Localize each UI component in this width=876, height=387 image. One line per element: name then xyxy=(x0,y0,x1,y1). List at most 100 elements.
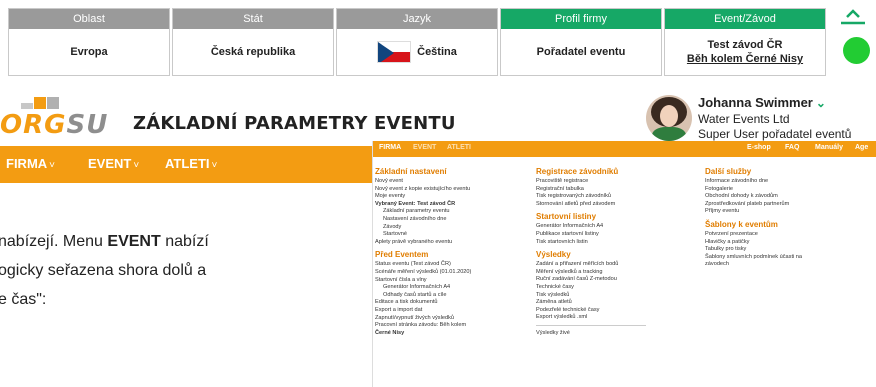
menu-firma-label: FIRMA xyxy=(6,156,48,171)
menu-item[interactable]: Vybraný Event: Test závod ČR xyxy=(375,201,471,209)
language-header: Jazyk xyxy=(337,9,497,29)
region-header: Oblast xyxy=(9,9,169,29)
mega-event[interactable]: EVENT xyxy=(413,144,436,151)
company-profile-selector[interactable]: Profil firmy Pořadatel eventu xyxy=(500,8,662,76)
menu-item[interactable]: Technické časy xyxy=(536,284,646,292)
language-value: Čeština xyxy=(417,46,457,58)
divider xyxy=(536,324,646,326)
menu-atleti-label: ATLETI xyxy=(165,156,210,171)
doc-line-2: ogicky seřazena shora dolů a xyxy=(0,262,207,279)
doc-bold: EVENT xyxy=(107,233,161,250)
section-heading: Registrace závodníků xyxy=(536,167,619,176)
menu-item[interactable]: Zadání a přiřazení měřících bodů xyxy=(536,261,646,269)
menu-item[interactable]: Tisk registrovaných závodníků xyxy=(536,193,646,201)
mega-age[interactable]: Age xyxy=(855,144,868,151)
status-indicator-icon xyxy=(843,37,870,64)
logo-text-org: ORG xyxy=(0,110,67,140)
menu-item[interactable]: Status eventu (Test závod ČR) xyxy=(375,261,471,269)
menu-item[interactable]: Ruční zadávání časů Z-metodou xyxy=(536,276,646,284)
company-profile-header: Profil firmy xyxy=(501,9,661,29)
menu-item[interactable]: Šablony smluvních podmínek účasti na xyxy=(705,254,802,262)
menu-item[interactable]: Export a import dat xyxy=(375,307,471,315)
menu-item[interactable]: Informace závodního dne xyxy=(705,178,802,186)
chevron-down-icon: ˅ xyxy=(49,160,56,171)
doc-text: nabízí xyxy=(160,233,209,250)
orgsu-logo[interactable]: ORGSU xyxy=(0,97,116,140)
menu-item[interactable]: Nastavení závodního dne xyxy=(375,216,471,224)
menu-item[interactable]: Příjmy eventu xyxy=(705,208,802,216)
event-header: Event/Závod xyxy=(665,9,825,29)
menu-item[interactable]: závodech xyxy=(705,261,802,269)
user-company: Water Events Ltd xyxy=(698,112,790,126)
company-profile-value: Pořadatel eventu xyxy=(536,46,626,58)
menu-item[interactable]: Moje eventy xyxy=(375,193,471,201)
menu-item[interactable]: Základní parametry eventu xyxy=(375,208,471,216)
menu-item[interactable]: Editace a tisk dokumentů xyxy=(375,299,471,307)
menu-item[interactable]: Aplety právě vybraného eventu xyxy=(375,239,471,247)
section-heading: Startovní listiny xyxy=(536,212,597,222)
collapse-up-icon[interactable] xyxy=(838,8,868,28)
menu-item[interactable]: Publikace startovní listiny xyxy=(536,231,646,239)
mega-faq[interactable]: FAQ xyxy=(785,144,799,151)
menu-item[interactable]: Výsledky živé xyxy=(536,330,646,338)
menu-item[interactable]: Nový event z kopie existujícího eventu xyxy=(375,186,471,194)
mega-column-registration: Registrace závodníků Pracoviště registra… xyxy=(536,163,646,338)
menu-event-label: EVENT xyxy=(88,156,132,171)
menu-item[interactable]: Startovné xyxy=(375,231,471,239)
menu-item[interactable]: Potvrzení prezentace xyxy=(705,231,802,239)
chevron-down-icon: ˅ xyxy=(133,160,140,171)
mega-firma[interactable]: FIRMA xyxy=(379,144,401,151)
menu-item[interactable]: Obchodní dohody k závodům xyxy=(705,193,802,201)
menu-atleti[interactable]: ATLETI ˅ xyxy=(165,156,217,171)
mega-eshop[interactable]: E-shop xyxy=(747,144,771,151)
menu-item[interactable]: Zapnutí/vypnutí živých výsledků xyxy=(375,315,471,323)
page-title: ZÁKLADNÍ PARAMETRY EVENTU xyxy=(133,113,456,134)
menu-item[interactable]: Startovní čísla a vlny xyxy=(375,277,471,285)
menu-item[interactable]: Tisk výsledků xyxy=(536,292,646,300)
user-menu[interactable]: Johanna Swimmer ⌄ xyxy=(698,95,826,110)
mega-menu-panel: FIRMA EVENT ATLETI E-shop FAQ Manuály Ag… xyxy=(372,141,876,387)
section-heading: Výsledky xyxy=(536,250,571,260)
menu-item[interactable]: Generátor Informačních A4 xyxy=(536,223,646,231)
avatar[interactable] xyxy=(646,95,692,141)
event-value: Test závod ČR Běh kolem Černé Nisy xyxy=(665,29,825,75)
menu-item[interactable]: Tabulky pro tisky xyxy=(705,246,802,254)
menu-item[interactable]: Černé Nisy xyxy=(375,330,471,338)
country-value: Česká republika xyxy=(210,46,296,58)
mega-column-services: Další služby Informace závodního dne Fot… xyxy=(705,163,802,269)
user-role: Super User pořadatel eventů xyxy=(698,127,852,141)
czech-flag-icon xyxy=(377,41,412,63)
section-heading: Základní nastavení xyxy=(375,167,447,176)
language-selector[interactable]: Jazyk Čeština xyxy=(336,8,498,76)
menu-item[interactable]: Stornování atletů před závodem xyxy=(536,201,646,209)
mega-manualy[interactable]: Manuály xyxy=(815,144,843,151)
event-race-link[interactable]: Běh kolem Černé Nisy xyxy=(687,52,803,66)
menu-item[interactable]: Závody xyxy=(375,224,471,232)
menu-item[interactable]: Pracoviště registrace xyxy=(536,178,646,186)
region-selector[interactable]: Oblast Evropa xyxy=(8,8,170,76)
region-value: Evropa xyxy=(70,46,108,58)
menu-item[interactable]: Záměna atletů xyxy=(536,299,646,307)
user-name: Johanna Swimmer xyxy=(698,95,813,110)
menu-item[interactable]: Zprostředkování plateb partnerům xyxy=(705,201,802,209)
menu-item[interactable]: Export výsledků .xml xyxy=(536,314,646,322)
menu-item[interactable]: Generátor Informačních A4 xyxy=(375,284,471,292)
menu-item[interactable]: Pracovní stránka závodu: Běh kolem xyxy=(375,322,471,330)
country-selector[interactable]: Stát Česká republika xyxy=(172,8,334,76)
menu-event[interactable]: EVENT ˅ xyxy=(88,156,139,171)
mega-menu-bar: FIRMA EVENT ATLETI E-shop FAQ Manuály Ag… xyxy=(373,141,876,157)
menu-item[interactable]: Nový event xyxy=(375,178,471,186)
menu-firma[interactable]: FIRMA ˅ xyxy=(6,156,55,171)
doc-text: nabízejí. Menu xyxy=(0,233,108,250)
logo-text-su: SU xyxy=(66,110,109,140)
mega-atleti[interactable]: ATLETI xyxy=(447,144,471,151)
event-selector[interactable]: Event/Závod Test závod ČR Běh kolem Čern… xyxy=(664,8,826,76)
main-menu: FIRMA ˅ EVENT ˅ ATLETI ˅ xyxy=(0,146,372,183)
doc-line-1: nabízejí. Menu EVENT nabízí xyxy=(0,233,209,251)
menu-item[interactable]: Tisk startovních listin xyxy=(536,239,646,247)
menu-item[interactable]: Hlavičky a patičky xyxy=(705,239,802,247)
context-selector-bar: Oblast Evropa Stát Česká republika Jazyk… xyxy=(0,0,876,80)
menu-item[interactable]: Scénáře měření výsledků (01.01.2020) xyxy=(375,269,471,277)
chevron-down-icon: ⌄ xyxy=(815,96,826,110)
country-header: Stát xyxy=(173,9,333,29)
